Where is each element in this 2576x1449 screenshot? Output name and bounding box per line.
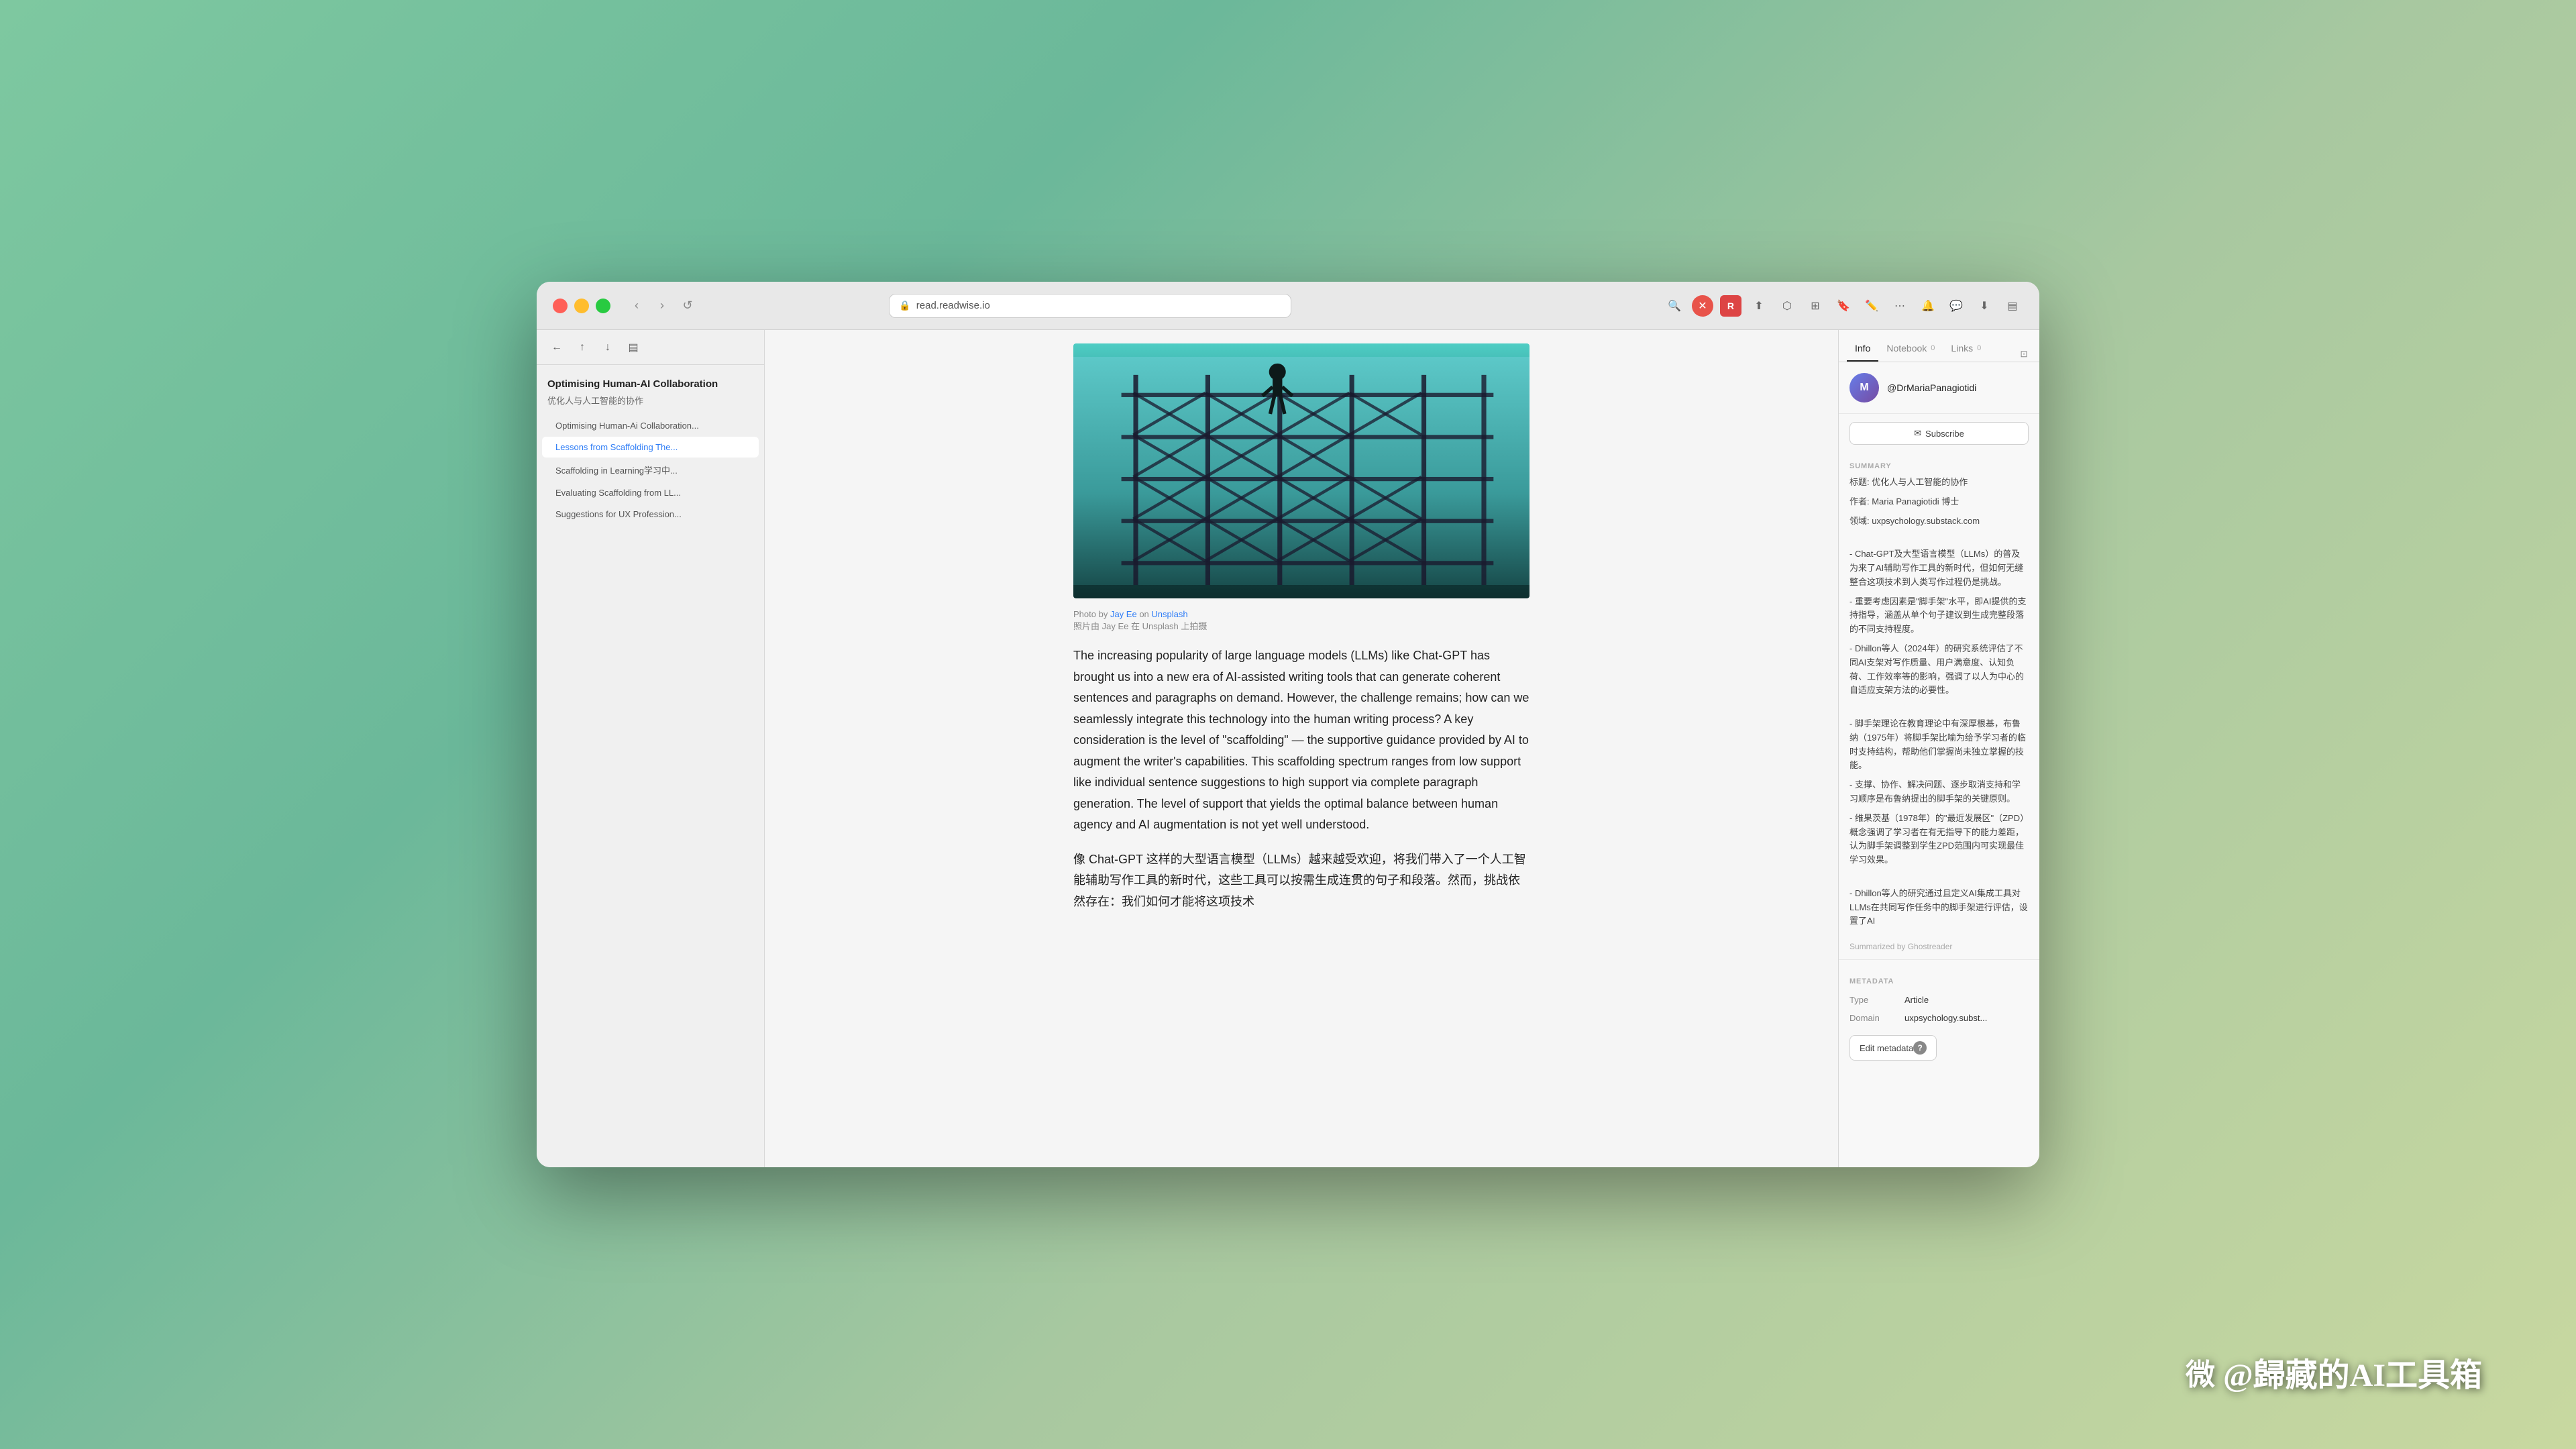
links-badge: 0 — [1977, 344, 1981, 352]
close-icon-btn[interactable]: ✕ — [1692, 295, 1713, 317]
share-button[interactable]: ⬆ — [1748, 295, 1770, 317]
edit-metadata-button[interactable]: Edit metadata ? — [1849, 1035, 1937, 1061]
type-value: Article — [1904, 995, 1929, 1005]
minimize-button[interactable] — [574, 299, 589, 313]
author-section: M @DrMariaPanagiotidi — [1839, 362, 2039, 414]
bookmark-button[interactable]: 🔖 — [1833, 295, 1854, 317]
right-panel: Info Notebook 0 Links 0 ⊡ M @DrMariaPana… — [1838, 330, 2039, 1167]
sidebar-top-bar: ← ↑ ↓ ▤ — [537, 330, 764, 365]
left-sidebar: ← ↑ ↓ ▤ Optimising Human-AI Collaboratio… — [537, 330, 765, 1167]
hero-svg — [1073, 343, 1529, 598]
refresh-button[interactable]: ↺ — [678, 296, 698, 316]
article-content: Photo by Jay Ee on Unsplash 照片由 Jay Ee 在… — [1046, 330, 1556, 1167]
watermark: 微 @歸藏的AI工具箱 — [2186, 1348, 2482, 1395]
toolbar-icons: 🔍 ✕ R ⬆ ⬡ ⊞ 🔖 ✏️ ⋯ 🔔 💬 ⬇ ▤ — [1664, 295, 2023, 317]
address-bar[interactable]: 🔒 read.readwise.io — [889, 294, 1291, 318]
paragraph-2: 像 Chat-GPT 这样的大型语言模型（LLMs）越来越受欢迎，将我们带入了一… — [1073, 849, 1529, 913]
photo-caption: Photo by Jay Ee on Unsplash 照片由 Jay Ee 在… — [1073, 609, 1529, 632]
summary-text: 标题: 优化人与人工智能的协作 作者: Maria Panagiotidi 博士… — [1839, 476, 2039, 942]
metadata-domain-row: Domain uxpsychology.subst... — [1839, 1009, 2039, 1027]
subscribe-icon: ✉ — [1914, 428, 1921, 439]
sidebar-toggle[interactable]: ▤ — [2002, 295, 2023, 317]
summary-label: SUMMARY — [1839, 453, 2039, 476]
help-icon: ? — [1913, 1041, 1927, 1055]
more-button[interactable]: ⋯ — [1889, 295, 1911, 317]
summarized-by: Summarized by Ghostreader — [1839, 942, 2039, 959]
browser-window: ‹ › ↺ 🔒 read.readwise.io 🔍 ✕ R ⬆ ⬡ ⊞ 🔖 ✏… — [537, 282, 2039, 1167]
lock-icon: 🔒 — [899, 300, 910, 311]
type-label: Type — [1849, 995, 1896, 1005]
chat-button[interactable]: 💬 — [1945, 295, 1967, 317]
doc-title-section: Optimising Human-AI Collaboration 优化人与人工… — [537, 365, 764, 415]
doc-main-title: Optimising Human-AI Collaboration — [547, 377, 753, 391]
sidebar-down-button[interactable]: ↓ — [598, 338, 617, 357]
main-area: ← ↑ ↓ ▤ Optimising Human-AI Collaboratio… — [537, 330, 2039, 1167]
paragraph-1: The increasing popularity of large langu… — [1073, 645, 1529, 836]
doc-sub-title: 优化人与人工智能的协作 — [547, 394, 753, 407]
watermark-text: @歸藏的AI工具箱 — [2223, 1348, 2482, 1395]
sidebar-up-button[interactable]: ↑ — [573, 338, 592, 357]
extension-button[interactable]: ⬡ — [1776, 295, 1798, 317]
nav-buttons: ‹ › ↺ — [627, 296, 698, 316]
back-button[interactable]: ‹ — [627, 296, 647, 316]
metadata-section: METADATA Type Article Domain uxpsycholog… — [1839, 959, 2039, 1074]
platform-link[interactable]: Unsplash — [1151, 609, 1187, 619]
titlebar: ‹ › ↺ 🔒 read.readwise.io 🔍 ✕ R ⬆ ⬡ ⊞ 🔖 ✏… — [537, 282, 2039, 330]
url-text: read.readwise.io — [916, 300, 990, 311]
toc-item-1[interactable]: Lessons from Scaffolding The... — [542, 437, 759, 458]
tab-notebook[interactable]: Notebook 0 — [1878, 343, 1943, 362]
edit-button[interactable]: ✏️ — [1861, 295, 1882, 317]
bell-button[interactable]: 🔔 — [1917, 295, 1939, 317]
tab-links[interactable]: Links 0 — [1943, 343, 1989, 362]
readwise-button[interactable]: R — [1720, 295, 1741, 317]
toc-item-4[interactable]: Suggestions for UX Profession... — [542, 504, 759, 525]
metadata-label: METADATA — [1839, 968, 2039, 991]
subscribe-button[interactable]: ✉ Subscribe — [1849, 422, 2029, 445]
sidebar-back-button[interactable]: ← — [547, 338, 566, 357]
toc-item-0[interactable]: Optimising Human-Ai Collaboration... — [542, 415, 759, 436]
weibo-icon: 微 — [2186, 1350, 2215, 1393]
right-panel-tabs: Info Notebook 0 Links 0 ⊡ — [1839, 330, 2039, 362]
forward-button[interactable]: › — [652, 296, 672, 316]
notebook-badge: 0 — [1931, 344, 1935, 352]
toc-item-2[interactable]: Scaffolding in Learning学习中... — [542, 458, 759, 482]
table-of-contents: Optimising Human-Ai Collaboration... Les… — [537, 415, 764, 533]
article-body: The increasing popularity of large langu… — [1073, 645, 1529, 912]
metadata-type-row: Type Article — [1839, 991, 2039, 1009]
domain-value: uxpsychology.subst... — [1904, 1013, 1987, 1023]
panel-expand-button[interactable]: ⊡ — [2017, 347, 2031, 362]
hero-image — [1073, 343, 1529, 598]
search-button[interactable]: 🔍 — [1664, 295, 1685, 317]
toc-item-3[interactable]: Evaluating Scaffolding from LL... — [542, 482, 759, 503]
maximize-button[interactable] — [596, 299, 610, 313]
sidebar-panel-button[interactable]: ▤ — [624, 338, 643, 357]
close-button[interactable] — [553, 299, 568, 313]
grid-button[interactable]: ⊞ — [1805, 295, 1826, 317]
download-button[interactable]: ⬇ — [1974, 295, 1995, 317]
reading-area-wrapper[interactable]: Photo by Jay Ee on Unsplash 照片由 Jay Ee 在… — [765, 330, 1838, 1167]
author-name: @DrMariaPanagiotidi — [1887, 382, 1976, 393]
tab-info[interactable]: Info — [1847, 343, 1878, 362]
author-avatar: M — [1849, 373, 1879, 402]
photographer-link[interactable]: Jay Ee — [1110, 609, 1137, 619]
traffic-lights — [553, 299, 610, 313]
domain-label: Domain — [1849, 1013, 1896, 1023]
